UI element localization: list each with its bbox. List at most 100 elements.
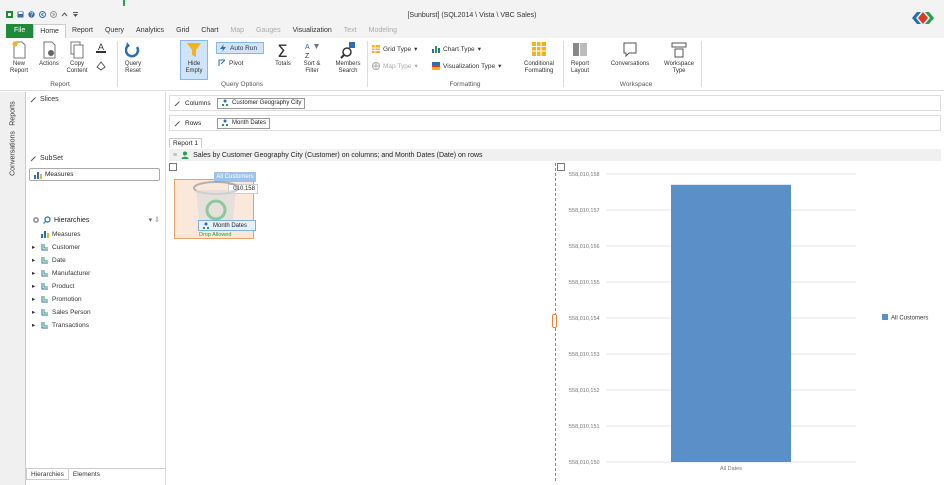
slices-header[interactable]: Slices (30, 96, 59, 103)
bar-chart: 558,010,158 558,010,157 558,010,156 558,010… (569, 172, 928, 472)
funnel-icon (187, 43, 201, 57)
hierarchy-item-sales-person[interactable]: ▸ Sales Person (32, 308, 91, 317)
tab-chart[interactable]: Chart (195, 24, 224, 38)
lightning-icon (220, 44, 226, 52)
customer-icon (181, 151, 189, 159)
tab-map[interactable]: Map (224, 24, 250, 38)
copy-content-button[interactable]: Copy Content (63, 41, 91, 75)
expand-arrow-icon[interactable]: ▸ (32, 321, 38, 329)
pivot-button[interactable]: Pivot (218, 59, 243, 67)
tab-hierarchies[interactable]: Hierarchies (26, 469, 69, 480)
workspace-type-icon (671, 42, 687, 58)
grid-select-handle[interactable] (169, 163, 177, 171)
chart-type-button[interactable]: Chart Type ▾ (432, 45, 481, 53)
reports-side-tab[interactable]: Reports (10, 101, 17, 126)
pivot-icon (218, 59, 226, 66)
tab-analytics[interactable]: Analytics (130, 24, 170, 38)
bar[interactable] (671, 184, 791, 463)
hierarchy-item-measures[interactable]: Measures (32, 230, 81, 238)
workspace-type-button[interactable]: Workspace Type (661, 41, 697, 75)
expand-arrow-icon[interactable]: ▸ (32, 243, 38, 251)
tab-report[interactable]: Report (66, 24, 99, 38)
fill-color-icon (96, 61, 106, 71)
hierarchy-item-promotion[interactable]: ▸ Promotion (32, 295, 82, 304)
y-tick-label: 558,010,158 (569, 172, 600, 178)
pin-icon[interactable]: ▾ ⇩ (149, 216, 160, 224)
legend-label[interactable]: All Customers (891, 316, 928, 322)
expand-arrow-icon[interactable]: ▸ (32, 295, 38, 303)
hierarchy-item-date[interactable]: ▸ Date (32, 256, 66, 265)
font-color-button[interactable]: A (92, 42, 110, 56)
auto-run-toggle[interactable]: Auto Run (216, 42, 264, 54)
new-report-button[interactable]: New Report (4, 41, 34, 75)
expand-arrow-icon[interactable]: ▸ (32, 269, 38, 277)
tab-text[interactable]: Text (338, 24, 363, 38)
actions-button[interactable]: Actions (36, 41, 62, 68)
grid-type-icon (372, 45, 380, 53)
expand-arrow-icon[interactable]: ▸ (32, 308, 38, 316)
rows-shelf[interactable]: Rows Month Dates (169, 115, 941, 131)
conversations-side-tab[interactable]: Conversations (10, 131, 17, 176)
hierarchy-item-customer[interactable]: ▸ Customer (32, 243, 80, 252)
query-reset-button[interactable]: Query Reset (118, 41, 148, 75)
subset-header[interactable]: SubSet (30, 155, 63, 162)
tab-visualization[interactable]: Visualization (287, 24, 338, 38)
subset-measures-chip[interactable]: Measures (29, 168, 160, 181)
report-title-bar: ≡ Sales by Customer Geography City (Cust… (169, 149, 941, 161)
edit-pencil-icon (30, 97, 36, 103)
accent-line (123, 0, 125, 6)
search-icon[interactable] (43, 216, 51, 224)
tab-file[interactable]: File (6, 24, 34, 38)
columns-pill[interactable]: Customer Geography City (217, 97, 306, 109)
expand-arrow-icon[interactable]: ▸ (32, 256, 38, 264)
report-layout-icon (573, 43, 587, 56)
measures-icon (34, 171, 42, 179)
rows-pill[interactable]: Month Dates (217, 117, 271, 129)
dragged-month-dates-chip: Month Dates (198, 220, 256, 231)
conversations-button[interactable]: Conversations (606, 41, 654, 68)
gear-icon[interactable] (32, 216, 40, 224)
dimension-icon (41, 322, 48, 329)
date-dimension-icon (41, 257, 48, 264)
svg-text:A: A (305, 44, 310, 51)
visualization-type-button[interactable]: Visualization Type ▾ (432, 62, 501, 70)
report-tab[interactable]: Report 1 (169, 138, 202, 148)
x-tick-label: All Dates (720, 466, 742, 472)
conditional-formatting-button[interactable]: Conditional Formatting (519, 41, 559, 75)
hierarchy-item-manufacturer[interactable]: ▸ Manufacturer (32, 269, 90, 278)
hierarchy-item-transactions[interactable]: ▸ Transactions (32, 321, 89, 330)
tab-elements[interactable]: Elements (69, 469, 104, 480)
tab-gauges[interactable]: Gauges (250, 24, 287, 38)
sort-filter-button[interactable]: AZ Sort & Filter (297, 41, 327, 75)
visualization-type-icon (432, 62, 440, 70)
left-pane: Slices SubSet Measures Hierarchies ▾ ⇩ M… (26, 92, 166, 485)
y-tick-label: 558,010,150 (569, 460, 600, 466)
totals-button[interactable]: Σ Totals (268, 41, 298, 68)
expand-arrow-icon[interactable]: ▸ (32, 282, 38, 290)
tab-modeling[interactable]: Modeling (363, 24, 403, 38)
ribbon-tabs: File Home Report Query Analytics Grid Chart Map… (0, 24, 944, 38)
report-area: Columns Customer Geography City Rows Mon… (166, 92, 944, 485)
window-title: [Sunburst] (SQL2014 \ Vista \ VBC Sales) (407, 12, 537, 19)
report-layout-button[interactable]: Report Layout (565, 41, 595, 75)
edit-pencil-icon (30, 156, 36, 162)
reset-icon (125, 42, 140, 58)
hide-empty-button[interactable]: Hide Empty (180, 40, 208, 80)
tab-query[interactable]: Query (99, 24, 130, 38)
group-report-label: Report (50, 81, 70, 88)
columns-shelf[interactable]: Columns Customer Geography City (169, 95, 941, 111)
hierarchy-icon (203, 222, 209, 229)
tab-home[interactable]: Home (33, 24, 66, 38)
edit-pencil-icon (174, 100, 180, 106)
grid-type-button[interactable]: Grid Type ▾ (372, 45, 417, 53)
members-search-button[interactable]: Members Search (331, 41, 365, 75)
y-tick-label: 558,010,157 (569, 208, 600, 214)
fill-color-button[interactable] (92, 60, 110, 74)
tab-grid[interactable]: Grid (170, 24, 195, 38)
svg-text:A: A (98, 42, 104, 52)
map-type-button[interactable]: Map Type ▾ (372, 62, 418, 70)
dimension-icon (41, 283, 48, 290)
hierarchy-item-product[interactable]: ▸ Product (32, 282, 74, 291)
hierarchies-header: Hierarchies ▾ ⇩ (26, 213, 166, 227)
menu-icon[interactable]: ≡ (173, 152, 177, 159)
